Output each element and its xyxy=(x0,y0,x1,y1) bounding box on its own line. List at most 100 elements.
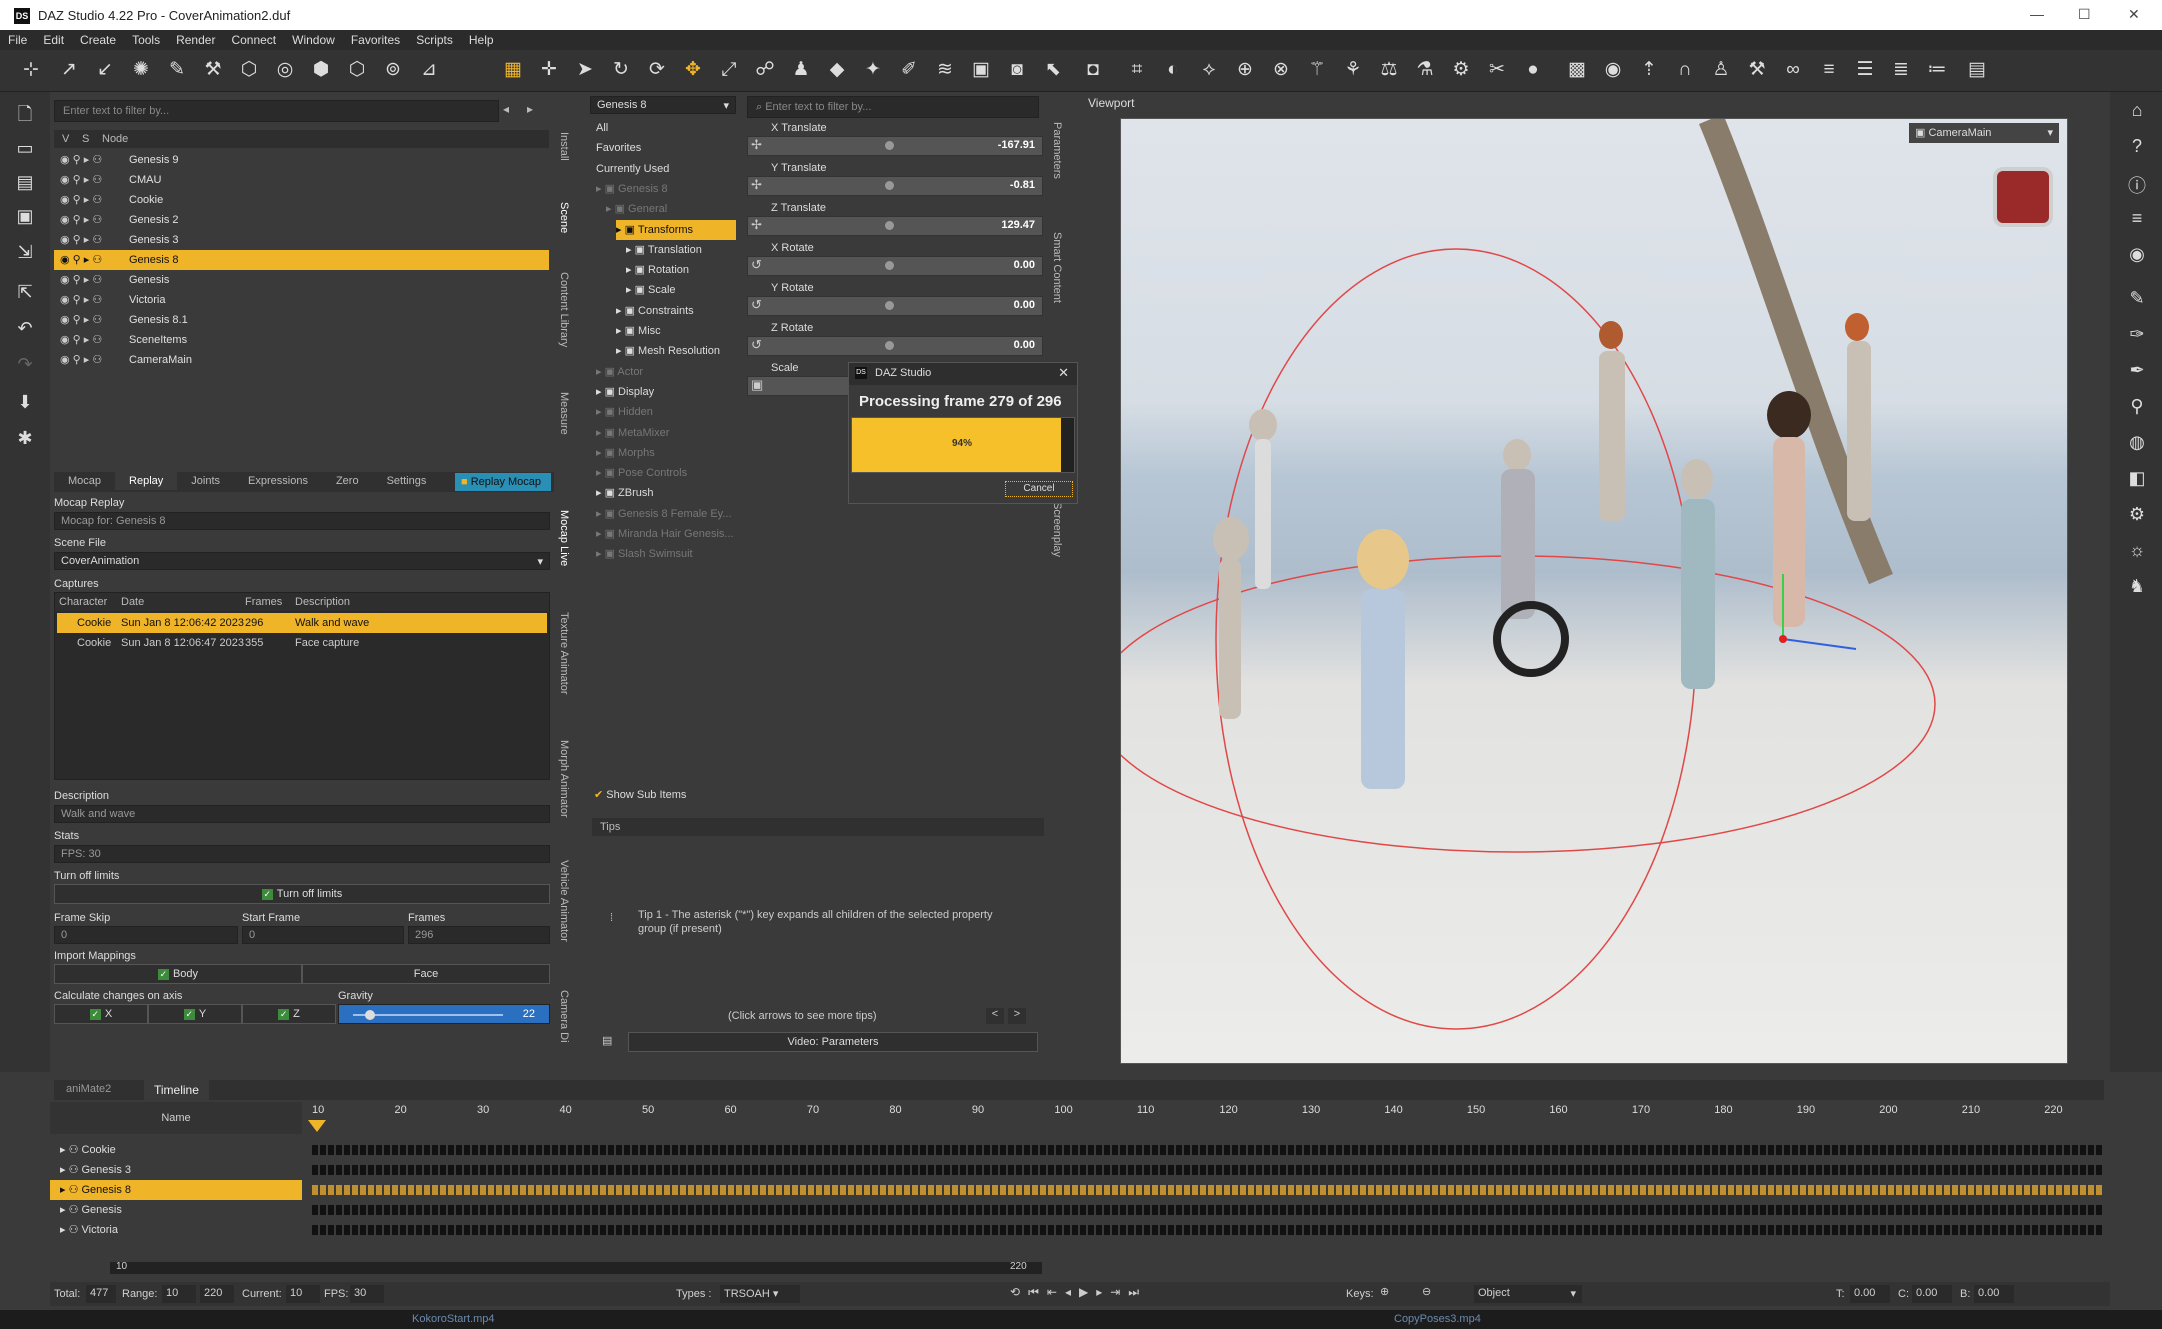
video-parameters-button[interactable]: Video: Parameters xyxy=(628,1032,1038,1052)
tab-smart-content[interactable]: Smart Content xyxy=(1051,232,1063,303)
paint-icon[interactable]: ✑ xyxy=(2124,324,2150,350)
axis-x-toggle[interactable]: ✓ X xyxy=(54,1004,148,1024)
surface-icon[interactable]: ◆ xyxy=(824,56,850,84)
settings-icon[interactable]: ⚙ xyxy=(2124,504,2150,530)
property-group-item[interactable]: ▸ ▣ Hidden xyxy=(596,402,653,422)
node-selector[interactable]: Genesis 8 ▾ xyxy=(590,96,736,114)
loop-icon[interactable]: ⟲ xyxy=(1010,1285,1028,1299)
timeline-ruler[interactable]: 10 20 30 40 50 60 70 80 90 100 110 120 130 140 150 160 1… xyxy=(312,1102,2102,1126)
parameter-value[interactable]: -167.91 xyxy=(998,139,1035,151)
grid-toggle-icon[interactable]: ▩ xyxy=(1564,56,1590,84)
types-select[interactable]: TRSOAH ▾ xyxy=(720,1285,800,1303)
parameter-knob[interactable] xyxy=(885,221,894,230)
start-frame-input[interactable]: 0 xyxy=(242,926,404,944)
scene-optimizer-icon[interactable]: ⌗ xyxy=(1124,56,1150,84)
morph-icon[interactable]: ✦ xyxy=(860,56,886,84)
scale-tool-icon[interactable]: ⤢ xyxy=(716,56,742,84)
property-group-item[interactable]: ▸ ▣ Misc xyxy=(616,321,661,341)
scene-node[interactable]: ◉ ⚲ ▸ ⚇ Genesis 3 xyxy=(54,230,549,250)
pose-copy-icon[interactable]: ⚗ xyxy=(1412,56,1438,84)
menu-edit[interactable]: Edit xyxy=(35,30,72,47)
scene-filter-input[interactable]: Enter text to filter by... xyxy=(54,100,499,122)
figure-tool-icon[interactable]: ♞ xyxy=(2124,576,2150,602)
pose-mirror-icon[interactable]: ⚖ xyxy=(1376,56,1402,84)
tab-mocap-live[interactable]: Mocap Live xyxy=(558,510,570,566)
scene-node[interactable]: ◉ ⚲ ▸ ⚇ Genesis 2 xyxy=(54,210,549,230)
property-group-item[interactable]: Favorites xyxy=(596,138,641,158)
axis-y-toggle[interactable]: ✓ Y xyxy=(148,1004,242,1024)
spot-render-icon[interactable]: ▣ xyxy=(968,56,994,84)
tab-morph-animator[interactable]: Morph Animator xyxy=(558,740,570,818)
property-group-item[interactable]: ▸ ▣ Translation xyxy=(626,240,702,260)
property-group-item[interactable]: ▸ ▣ Scale xyxy=(626,280,676,300)
tab-timeline[interactable]: Timeline xyxy=(144,1080,209,1100)
eye-icon[interactable]: ◉ xyxy=(1600,56,1626,84)
camera-view-icon[interactable]: ◧ xyxy=(2124,468,2150,494)
open-icon[interactable]: ▭ xyxy=(12,138,38,164)
scene-node[interactable]: ◉ ⚲ ▸ ⚇ Genesis 8.1 xyxy=(54,310,549,330)
next-arrow-icon[interactable]: ▸ xyxy=(527,102,533,116)
tension-input[interactable]: 0.00 xyxy=(1850,1285,1890,1303)
property-group-item[interactable]: ▸ ▣ Rotation xyxy=(626,260,689,280)
strands-icon[interactable]: ≋ xyxy=(932,56,958,84)
viewport-3d-scene[interactable]: ▣ CameraMain ▾ xyxy=(1120,118,2068,1064)
help-context-icon[interactable]: ? xyxy=(2124,136,2150,162)
show-sub-items-checkbox[interactable]: ✔ Show Sub Items xyxy=(594,788,686,801)
tab-settings[interactable]: Settings xyxy=(373,472,441,490)
property-group-item[interactable]: ▸ ▣ Slash Swimsuit xyxy=(596,544,693,564)
minimize-icon[interactable]: — xyxy=(2030,6,2044,22)
parameter-slider[interactable]: X Rotate ↺ 0.00 xyxy=(745,240,1045,280)
bridge-icon[interactable]: ⟡ xyxy=(1196,56,1222,84)
universal-tool-icon[interactable]: ✛ xyxy=(536,56,562,84)
delete-keys-icon[interactable]: ✂ xyxy=(1484,56,1510,84)
lines-icon[interactable]: ≡ xyxy=(2124,208,2150,234)
gravity-knob[interactable] xyxy=(365,1010,375,1020)
joint-tool-icon[interactable]: ↙ xyxy=(92,56,118,84)
tab-screenplay[interactable]: Screenplay xyxy=(1051,502,1063,557)
gravity-slider[interactable]: 22 xyxy=(338,1004,550,1024)
axis-z-toggle[interactable]: ✓ Z xyxy=(242,1004,336,1024)
menu-render[interactable]: Render xyxy=(168,30,223,47)
list-icon[interactable]: ≔ xyxy=(1924,56,1950,84)
property-group-item[interactable]: ▸ ▣ Miranda Hair Genesis... xyxy=(596,524,734,544)
merge-icon[interactable]: ▤ xyxy=(12,172,38,198)
scene-node[interactable]: ◉ ⚲ ▸ ⚇ SceneItems xyxy=(54,330,549,350)
property-group-item[interactable]: ▸ ▣ Genesis 8 xyxy=(596,179,668,199)
export-icon[interactable]: ⇱ xyxy=(12,282,38,308)
property-group-item[interactable]: ▸ ▣ MetaMixer xyxy=(596,423,669,443)
parameter-track[interactable] xyxy=(747,256,1043,276)
active-pose-icon[interactable]: ☍ xyxy=(752,56,778,84)
ring-icon[interactable]: ◎ xyxy=(272,56,298,84)
primitive-icon[interactable]: ⬢ xyxy=(308,56,334,84)
menu-scripts[interactable]: Scripts xyxy=(408,30,461,47)
scene-file-select[interactable]: CoverAnimation ▾ xyxy=(54,552,550,570)
shirt-icon[interactable]: ♙ xyxy=(1708,56,1734,84)
timeline-row[interactable]: ▸ ⚇ Victoria xyxy=(50,1220,2110,1240)
magnet-icon[interactable]: ∩ xyxy=(1672,56,1698,84)
scene-node[interactable]: ◉ ⚲ ▸ ⚇ CameraMain xyxy=(54,350,549,370)
remove-key-icon[interactable]: ⊖ xyxy=(1422,1285,1431,1298)
move-tool-icon[interactable]: ✥ xyxy=(680,56,706,84)
scene-node[interactable]: ◉ ⚲ ▸ ⚇ Genesis 9 xyxy=(54,150,549,170)
keyframe-strip[interactable] xyxy=(312,1205,2102,1215)
parameter-track[interactable] xyxy=(747,216,1043,236)
camera-selector[interactable]: ▣ CameraMain ▾ xyxy=(1909,123,2059,143)
range-slider[interactable]: 10 220 xyxy=(110,1261,1042,1274)
menu-tools[interactable]: Tools xyxy=(124,30,168,47)
geometry-editor-icon[interactable]: ⚒ xyxy=(200,56,226,84)
timeline-row[interactable]: ▸ ⚇ Genesis xyxy=(50,1200,2110,1220)
help-icon[interactable]: ⓘ xyxy=(2124,172,2150,198)
timeline-row[interactable]: ▸ ⚇ Genesis 3 xyxy=(50,1160,2110,1180)
parameter-knob[interactable] xyxy=(885,341,894,350)
frame-skip-input[interactable]: 0 xyxy=(54,926,238,944)
brush-tool-icon[interactable]: ✎ xyxy=(2124,288,2150,314)
align-left-icon[interactable]: ≡ xyxy=(1816,56,1842,84)
cube-icon[interactable]: ⬡ xyxy=(236,56,262,84)
undo-icon[interactable]: ↶ xyxy=(12,318,38,344)
next-tip-button[interactable]: > xyxy=(1008,1008,1026,1024)
zoom-fit-icon[interactable]: ⊕ xyxy=(1232,56,1258,84)
target-icon[interactable]: ⊚ xyxy=(380,56,406,84)
scene-tool-icon[interactable]: ⊹ xyxy=(18,56,44,84)
light-bulb-icon[interactable]: ☼ xyxy=(2124,540,2150,566)
property-group-item[interactable]: ▸ ▣ ZBrush xyxy=(596,483,654,503)
